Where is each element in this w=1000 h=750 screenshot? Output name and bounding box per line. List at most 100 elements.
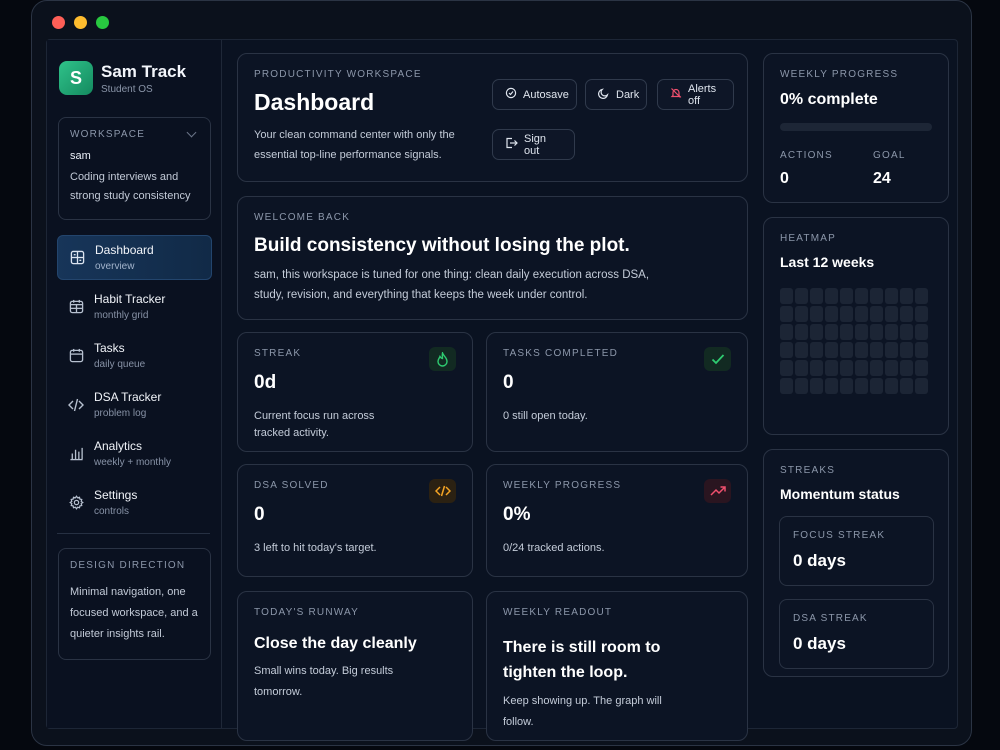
tasks-completed-card: TASKS COMPLETED 0 0 still open today. [486, 332, 748, 452]
app-shell: S Sam Track Student OS WORKSPACE sam Cod… [46, 39, 958, 741]
heatmap-cell [855, 378, 868, 394]
heatmap-cell [840, 342, 853, 358]
sign-out-icon [505, 137, 518, 152]
heatmap-cell [915, 360, 928, 376]
brand-subtitle: Student OS [101, 83, 153, 95]
heatmap-label: HEATMAP [780, 233, 836, 244]
heatmap-cell [915, 324, 928, 340]
close-window-button[interactable] [52, 16, 65, 29]
heatmap-cell [825, 360, 838, 376]
flame-icon [429, 347, 456, 371]
dsa-solved-card: DSA SOLVED 0 3 left to hit today's targe… [237, 464, 473, 577]
heatmap-cell [885, 378, 898, 394]
heatmap-cell [870, 324, 883, 340]
heatmap-cell [795, 288, 808, 304]
sidebar-item-label: Dashboard [95, 243, 154, 257]
heatmap-cell [825, 306, 838, 322]
streak-value: 0d [254, 372, 277, 393]
heatmap-cell [900, 288, 913, 304]
sign-out-button[interactable]: Sign out [492, 129, 575, 160]
workspace-switcher[interactable]: WORKSPACE sam Coding interviews and stro… [58, 117, 211, 220]
runway-eyebrow: TODAY'S RUNWAY [254, 607, 360, 618]
heatmap-cell [810, 342, 823, 358]
heatmap-cell [825, 288, 838, 304]
heatmap-cell [780, 360, 793, 376]
weekly-value: 0% [503, 504, 531, 525]
sidebar-item-label: Tasks [94, 341, 125, 355]
dsa-streak-label: DSA STREAK [793, 613, 868, 624]
heatmap-cell [795, 342, 808, 358]
sidebar-item-dsa-tracker[interactable]: DSA Tracker problem log [57, 382, 212, 427]
welcome-text: sam, this workspace is tuned for one thi… [254, 269, 650, 301]
sidebar-item-settings[interactable]: Settings controls [57, 480, 212, 525]
heatmap-cell [900, 342, 913, 358]
weekly-progress-rail: WEEKLY PROGRESS 0% complete ACTIONS 0 GO… [763, 53, 949, 203]
sidebar-item-sub: overview [95, 261, 135, 272]
tasks-value: 0 [503, 372, 514, 393]
design-direction-label: DESIGN DIRECTION [70, 560, 186, 571]
focus-streak-value: 0 days [793, 551, 846, 570]
alerts-label: Alerts off [688, 82, 717, 107]
welcome-title: Build consistency without losing the plo… [254, 235, 630, 256]
heatmap-card: HEATMAP Last 12 weeks [763, 217, 949, 435]
readout-text: Keep showing up. The graph will follow. [503, 695, 662, 728]
calendar-grid-icon [68, 299, 84, 315]
heatmap-cell [900, 378, 913, 394]
readout-card: WEEKLY READOUT There is still room to ti… [486, 591, 748, 741]
sidebar-nav: Dashboard overview Habit Tracker monthly… [57, 235, 212, 529]
check-icon [704, 347, 731, 371]
heatmap-cell [855, 360, 868, 376]
autosave-button[interactable]: Autosave [492, 79, 577, 110]
dsa-streak-value: 0 days [793, 634, 846, 653]
streaks-card: STREAKS Momentum status FOCUS STREAK 0 d… [763, 449, 949, 677]
heatmap-cell [870, 360, 883, 376]
brand-logo: S [59, 61, 93, 95]
tasks-desc: 0 still open today. [503, 410, 588, 422]
weekly-progress-card: WEEKLY PROGRESS 0% 0/24 tracked actions. [486, 464, 748, 577]
sidebar-item-habit-tracker[interactable]: Habit Tracker monthly grid [57, 284, 212, 329]
heatmap-grid [780, 288, 928, 394]
tasks-label: TASKS COMPLETED [503, 348, 619, 359]
workspace-description: Coding interviews and strong study consi… [70, 171, 191, 202]
dark-mode-label: Dark [616, 88, 640, 101]
heatmap-cell [795, 360, 808, 376]
alerts-toggle-button[interactable]: Alerts off [657, 79, 734, 110]
brand: S Sam Track Student OS [59, 61, 186, 95]
runway-title: Close the day cleanly [254, 635, 417, 652]
heatmap-cell [885, 360, 898, 376]
workspace-user: sam [70, 150, 91, 162]
heatmap-cell [900, 360, 913, 376]
maximize-window-button[interactable] [96, 16, 109, 29]
readout-eyebrow: WEEKLY READOUT [503, 607, 613, 618]
trend-up-icon [704, 479, 731, 503]
heatmap-cell [915, 288, 928, 304]
heatmap-cell [870, 288, 883, 304]
weekly-progress-bar [780, 123, 932, 131]
dark-mode-button[interactable]: Dark [585, 79, 647, 110]
focus-streak-label: FOCUS STREAK [793, 530, 886, 541]
code-icon [68, 397, 84, 413]
streaks-title: Momentum status [780, 486, 900, 502]
sidebar-item-dashboard[interactable]: Dashboard overview [57, 235, 212, 280]
sign-out-label: Sign out [524, 132, 547, 157]
streaks-label: STREAKS [780, 465, 836, 476]
streak-desc: Current focus run across tracked activit… [254, 410, 375, 439]
dsa-label: DSA SOLVED [254, 480, 329, 491]
sidebar-item-tasks[interactable]: Tasks daily queue [57, 333, 212, 378]
sidebar-item-sub: daily queue [94, 359, 146, 370]
heatmap-title: Last 12 weeks [780, 254, 875, 270]
heatmap-cell [840, 324, 853, 340]
rail-weekly-title: 0% complete [780, 91, 878, 108]
sidebar-item-analytics[interactable]: Analytics weekly + monthly [57, 431, 212, 476]
heatmap-cell [900, 306, 913, 322]
bar-chart-icon [68, 446, 84, 462]
heatmap-cell [810, 288, 823, 304]
sidebar-item-sub: problem log [94, 408, 147, 419]
heatmap-cell [855, 324, 868, 340]
goal-label: GOAL [873, 150, 906, 161]
brand-name: Sam Track [101, 61, 187, 81]
heatmap-cell [825, 342, 838, 358]
minimize-window-button[interactable] [74, 16, 87, 29]
heatmap-cell [840, 378, 853, 394]
heatmap-cell [840, 306, 853, 322]
